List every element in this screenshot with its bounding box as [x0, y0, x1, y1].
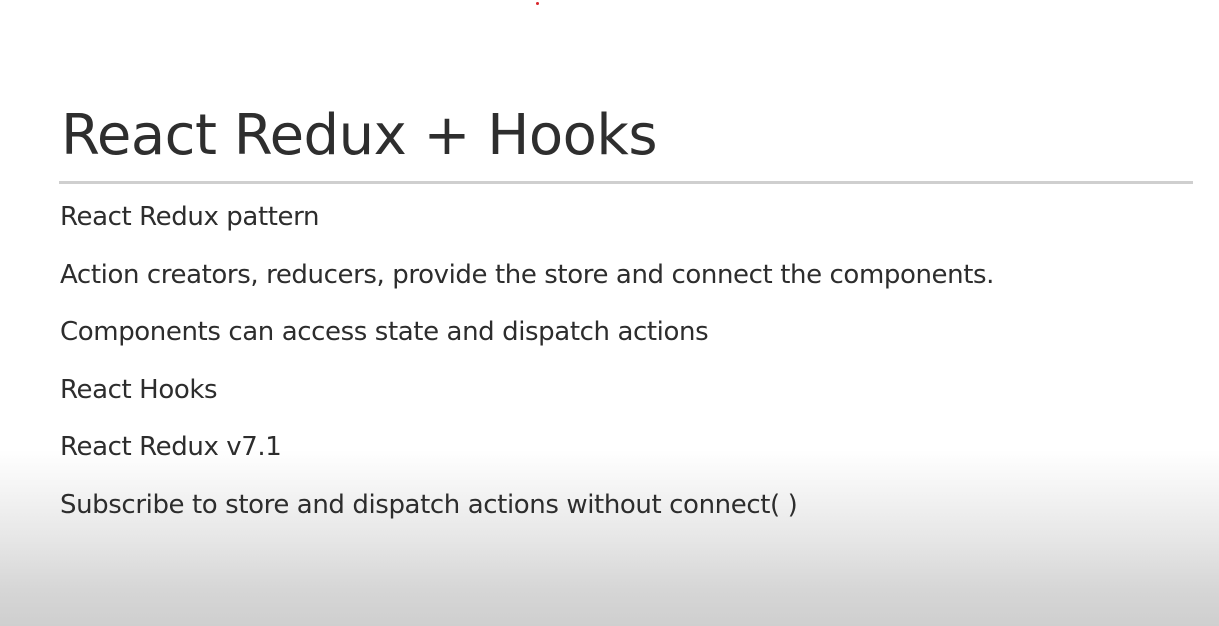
bullet-item-subscribe-without-connect: Subscribe to store and dispatch actions …	[60, 489, 798, 520]
bullet-item-react-redux-version: React Redux v7.1	[60, 432, 282, 462]
title-divider	[59, 181, 1193, 184]
laser-pointer-dot	[536, 2, 539, 5]
presentation-slide: React Redux + Hooks React Redux pattern …	[0, 0, 1219, 626]
bullet-item-action-creators: Action creators, reducers, provide the s…	[60, 259, 995, 290]
slide-title: React Redux + Hooks	[61, 103, 658, 168]
bullet-item-react-redux-pattern: React Redux pattern	[60, 202, 320, 232]
bullet-item-react-hooks: React Hooks	[60, 374, 218, 405]
bullet-list: React Redux pattern Action creators, red…	[60, 198, 994, 543]
bullet-item-components-access-state: Components can access state and dispatch…	[60, 317, 709, 347]
